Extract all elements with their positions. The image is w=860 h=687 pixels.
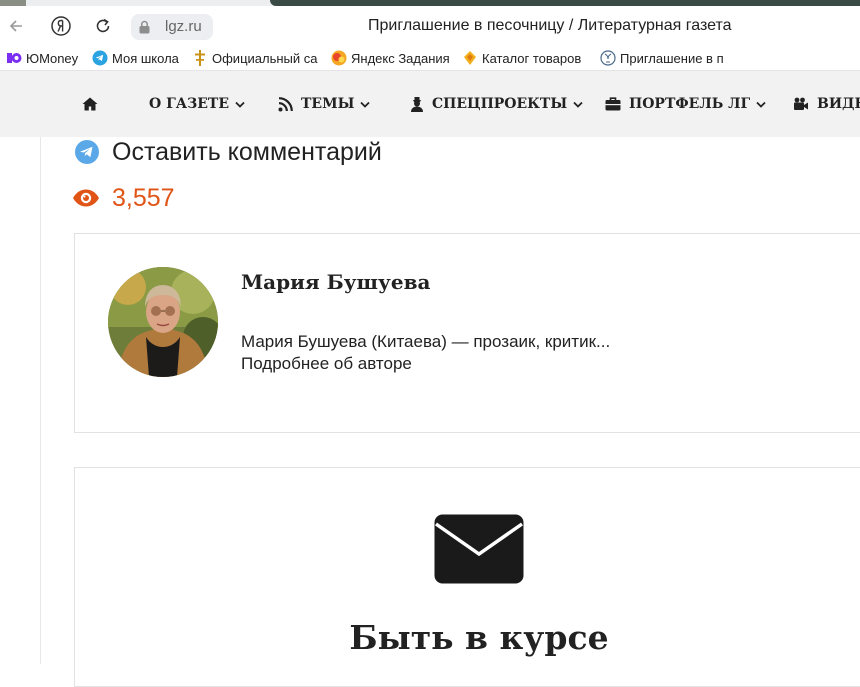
chevron-down-icon <box>573 101 583 108</box>
bookmark-yandex-tasks[interactable]: Яндекс Задания <box>331 49 453 67</box>
address-bar[interactable]: lgz.ru <box>131 14 213 40</box>
bookmark-moya-shkola[interactable]: Моя школа <box>92 49 184 67</box>
back-icon[interactable] <box>4 14 28 38</box>
nav-o-gazete[interactable]: О ГАЗЕТЕ <box>149 94 245 114</box>
bookmark-catalog[interactable]: Каталог товаров <box>462 49 590 67</box>
page-title: Приглашение в песочницу / Литературная г… <box>368 17 732 34</box>
lock-icon <box>138 20 151 39</box>
chevron-down-icon <box>756 101 766 108</box>
telegram-icon <box>92 50 108 66</box>
bookmark-yumoney[interactable]: ЮMoney <box>6 49 86 67</box>
comment-label: Оставить комментарий <box>112 137 382 166</box>
author-bio: Мария Бушуева (Китаева) — прозаик, крити… <box>241 332 611 351</box>
nav-specproekty[interactable]: СПЕЦПРОЕКТЫ <box>410 94 583 114</box>
nav-video[interactable]: ВИДЕ <box>793 94 860 114</box>
user-secret-icon <box>411 97 423 112</box>
subscribe-box: Быть в курсе <box>74 467 860 687</box>
chevron-down-icon <box>360 101 371 108</box>
yandex-icon[interactable] <box>49 14 73 38</box>
author-card: Мария Бушуева Мария Бушуева (Китаева) — … <box>74 233 860 433</box>
yandex-tasks-icon <box>331 50 347 66</box>
browser-toolbar: lgz.ru Приглашение в песочницу / Литерат… <box>0 6 860 46</box>
eye-icon <box>73 189 99 207</box>
author-avatar[interactable] <box>108 267 218 377</box>
video-camera-icon <box>794 97 808 110</box>
nav-home[interactable] <box>82 94 98 114</box>
nav-portfel-lg[interactable]: ПОРТФЕЛЬ ЛГ <box>605 94 766 114</box>
nav-temy[interactable]: ТЕМЫ <box>278 94 371 114</box>
views-counter: 3,557 <box>72 183 175 213</box>
author-more-link[interactable]: Подробнее об авторе <box>241 354 412 374</box>
bookmark-official[interactable]: Официальный са <box>192 49 318 67</box>
views-count: 3,557 <box>112 183 175 212</box>
reload-icon[interactable] <box>91 14 115 38</box>
site-navigation: О ГАЗЕТЕ ТЕМЫ СПЕЦПРОЕКТЫ ПОРТФЕЛЬ ЛГ ВИ… <box>0 71 860 137</box>
cross-icon <box>192 50 208 66</box>
telegram-icon <box>75 140 99 164</box>
url-domain: lgz.ru <box>165 18 202 35</box>
content-border <box>40 137 41 664</box>
briefcase-icon <box>605 97 621 111</box>
envelope-icon <box>434 514 524 584</box>
lgz-icon <box>600 50 616 66</box>
rss-icon <box>278 96 293 111</box>
subscribe-title: Быть в курсе <box>349 618 609 657</box>
author-name[interactable]: Мария Бушуева <box>241 270 430 294</box>
yumoney-icon <box>6 50 22 66</box>
catalog-icon <box>462 50 478 66</box>
chevron-down-icon <box>235 101 245 108</box>
home-icon <box>82 97 98 111</box>
bookmark-priglashenie[interactable]: Приглашение в п <box>600 49 728 67</box>
bookmarks-bar: ЮMoney Моя школа Официальный са Яндекс З… <box>0 46 860 71</box>
leave-comment-link[interactable]: Оставить комментарий <box>74 138 382 166</box>
